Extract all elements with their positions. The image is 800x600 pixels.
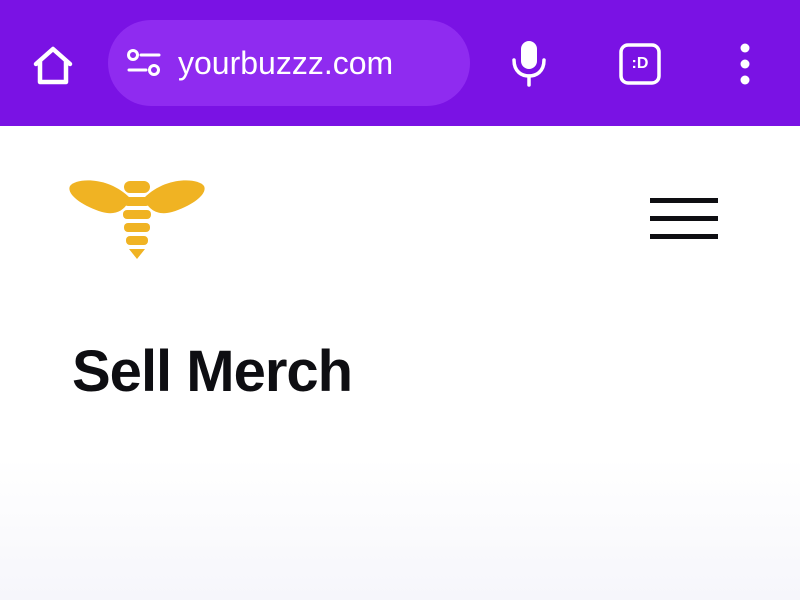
browser-toolbar: yourbuzzz.com :D — [0, 0, 800, 126]
address-bar[interactable]: yourbuzzz.com — [108, 20, 470, 106]
hamburger-icon[interactable] — [650, 196, 722, 244]
home-icon[interactable] — [28, 40, 78, 90]
page-title: Sell Merch — [72, 339, 353, 404]
tab-count[interactable]: :D — [618, 42, 662, 86]
bee-logo-icon[interactable] — [68, 176, 206, 262]
url-text[interactable]: yourbuzzz.com — [178, 43, 393, 83]
more-vertical-icon[interactable] — [730, 40, 760, 88]
tune-icon[interactable] — [126, 48, 162, 78]
microphone-icon[interactable] — [508, 38, 550, 88]
